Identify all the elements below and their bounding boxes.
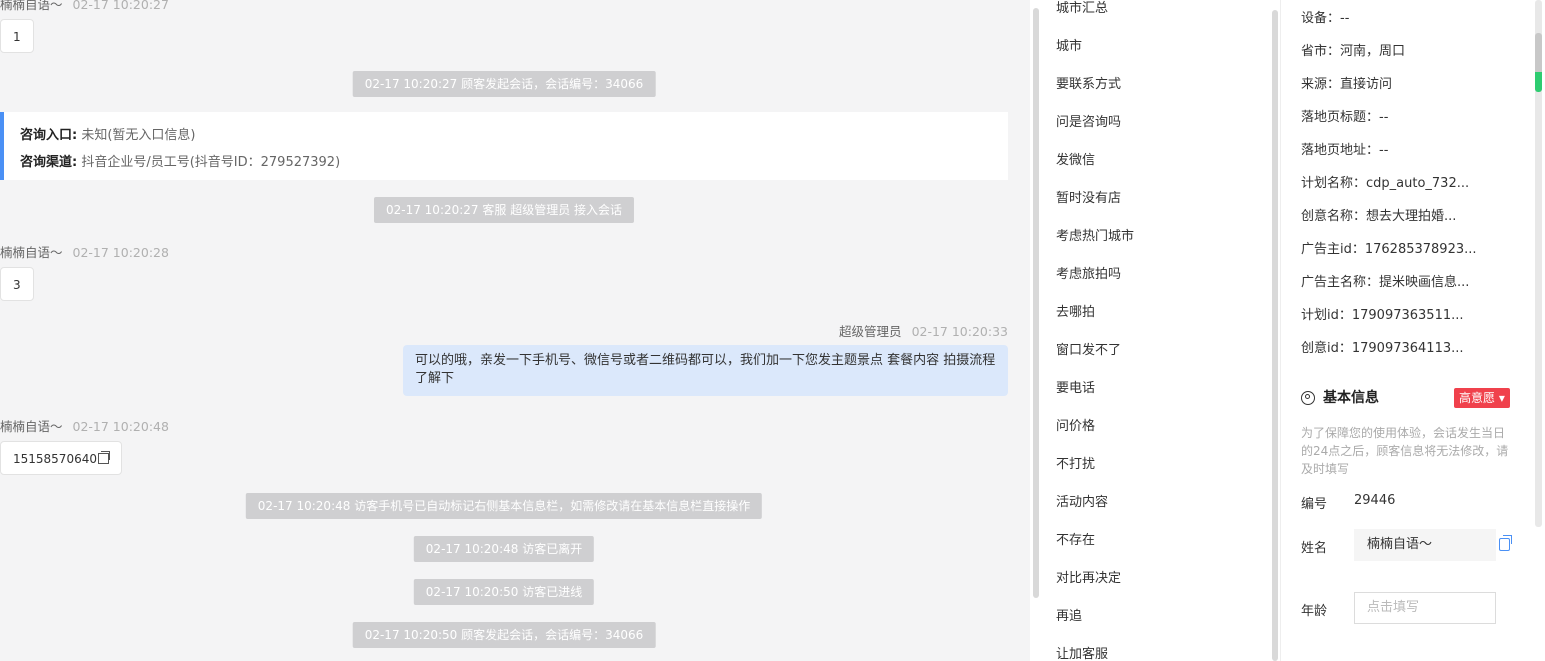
tag-item[interactable]: 问是咨询吗	[1056, 111, 1121, 130]
tag-item[interactable]: 城市	[1056, 35, 1082, 54]
tag-item[interactable]: 去哪拍	[1056, 301, 1095, 320]
info-notice: 为了保障您的使用体验，会话发生当日的24点之后，顾客信息将无法修改，请及时填写	[1301, 426, 1509, 476]
tag-item[interactable]: 窗口发不了	[1056, 339, 1121, 358]
system-message: 02-17 10:20:50 访客已进线	[413, 579, 595, 605]
system-message: 02-17 10:20:27 客服 超级管理员 接入会话	[373, 197, 635, 223]
intent-badge-dropdown[interactable]: 高意愿 ▾	[1454, 388, 1510, 408]
sender-name: 楠楠自语～	[0, 0, 63, 12]
entry-label: 咨询入口:	[20, 128, 78, 143]
message-time: 02-17 10:20:28	[72, 245, 169, 260]
chat-scrollbar[interactable]	[1033, 8, 1039, 598]
tag-item[interactable]: 发微信	[1056, 149, 1095, 168]
message-time: 02-17 10:20:27	[72, 0, 169, 12]
quick-tag-list: 城市汇总 城市 要联系方式 问是咨询吗 发微信 暂时没有店 考虑热门城市 考虑旅…	[1040, 0, 1272, 661]
system-message: 02-17 10:20:48 访客手机号已自动标记右侧基本信息栏，如需修改请在基…	[245, 493, 763, 519]
copy-icon[interactable]	[97, 451, 110, 464]
message-meta: 超级管理员 02-17 10:20:33	[839, 321, 1008, 340]
tag-item[interactable]: 考虑热门城市	[1056, 225, 1134, 244]
tag-item[interactable]: 不打扰	[1056, 453, 1095, 472]
agent-message: 可以的哦，亲发一下手机号、微信号或者二维码都可以，我们加一下您发主题景点 套餐内…	[403, 345, 1008, 396]
chat-panel[interactable]: 楠楠自语～ 02-17 10:20:27 1 02-17 10:20:27 顾客发…	[0, 0, 1030, 661]
sender-name: 楠楠自语～	[0, 245, 63, 260]
scroll-indicator	[1535, 72, 1542, 92]
tag-list-scrollbar[interactable]	[1272, 10, 1278, 661]
copy-edit-icon[interactable]	[1499, 535, 1512, 551]
message-meta: 楠楠自语～ 02-17 10:20:27	[0, 0, 169, 13]
name-label: 姓名	[1301, 541, 1328, 556]
visitor-field: 计划id：179097363511...	[1301, 308, 1464, 323]
basic-info-label: 基本信息	[1323, 390, 1379, 406]
tag-item[interactable]: 不存在	[1056, 529, 1095, 548]
visitor-info-panel: 设备：-- 省市：河南，周口 来源：直接访问 落地页标题：-- 落地页地址：--…	[1280, 0, 1545, 661]
message-time: 02-17 10:20:48	[72, 419, 169, 434]
id-value: 29446	[1354, 493, 1396, 508]
tag-item[interactable]: 暂时没有店	[1056, 187, 1121, 206]
id-label: 编号	[1301, 497, 1328, 512]
tag-item[interactable]: 要联系方式	[1056, 73, 1121, 92]
tag-item[interactable]: 再追	[1056, 605, 1082, 624]
message-time: 02-17 10:20:33	[911, 324, 1008, 339]
entry-value: 未知(暂无入口信息)	[81, 128, 196, 143]
visitor-field: 来源：直接访问	[1301, 77, 1393, 92]
sender-name: 楠楠自语～	[0, 419, 63, 434]
system-message: 02-17 10:20:27 顾客发起会话，会话编号：34066	[352, 71, 656, 97]
visitor-field: 创意名称：想去大理拍婚...	[1301, 209, 1457, 224]
basic-info-title: 基本信息	[1301, 388, 1379, 408]
visitor-field: 广告主名称：提米映画信息...	[1301, 275, 1470, 290]
consult-entry-card: 咨询入口: 未知(暂无入口信息) 咨询渠道: 抖音企业号/员工号(抖音号ID：2…	[0, 112, 1008, 180]
system-message: 02-17 10:20:50 顾客发起会话，会话编号：34066	[352, 622, 656, 648]
channel-value: 抖音企业号/员工号(抖音号ID：279527392)	[81, 155, 341, 170]
tag-item[interactable]: 考虑旅拍吗	[1056, 263, 1121, 282]
visitor-message: 15158570640	[0, 441, 122, 475]
visitor-message: 3	[0, 267, 34, 301]
visitor-field: 设备：--	[1301, 11, 1350, 26]
system-message: 02-17 10:20:48 访客已离开	[413, 536, 595, 562]
tag-item[interactable]: 活动内容	[1056, 491, 1108, 510]
visitor-field: 落地页标题：--	[1301, 110, 1389, 125]
caret-down-icon: ▾	[1498, 391, 1505, 405]
age-label: 年龄	[1301, 604, 1328, 619]
tag-item[interactable]: 问价格	[1056, 415, 1095, 434]
intent-badge-label: 高意愿	[1459, 391, 1496, 405]
tag-item[interactable]: 对比再决定	[1056, 567, 1121, 586]
visitor-field: 计划名称：cdp_auto_732...	[1301, 176, 1470, 191]
message-meta: 楠楠自语～ 02-17 10:20:48	[0, 416, 169, 435]
user-circle-icon	[1301, 391, 1315, 405]
name-field[interactable]: 楠楠自语～	[1354, 529, 1496, 561]
phone-number: 15158570640	[13, 452, 97, 466]
channel-label: 咨询渠道:	[20, 155, 78, 170]
tag-item[interactable]: 要电话	[1056, 377, 1095, 396]
message-meta: 楠楠自语～ 02-17 10:20:28	[0, 242, 169, 261]
visitor-field: 省市：河南，周口	[1301, 44, 1406, 59]
visitor-field: 广告主id：176285378923...	[1301, 242, 1477, 257]
tag-item[interactable]: 让加客服	[1056, 643, 1108, 661]
visitor-field: 落地页地址：--	[1301, 143, 1389, 158]
visitor-field: 创意id：179097364113...	[1301, 341, 1464, 356]
visitor-message: 1	[0, 19, 34, 53]
tag-item[interactable]: 城市汇总	[1056, 0, 1108, 16]
sender-name: 超级管理员	[839, 324, 902, 339]
age-field[interactable]: 点击填写	[1354, 592, 1496, 624]
